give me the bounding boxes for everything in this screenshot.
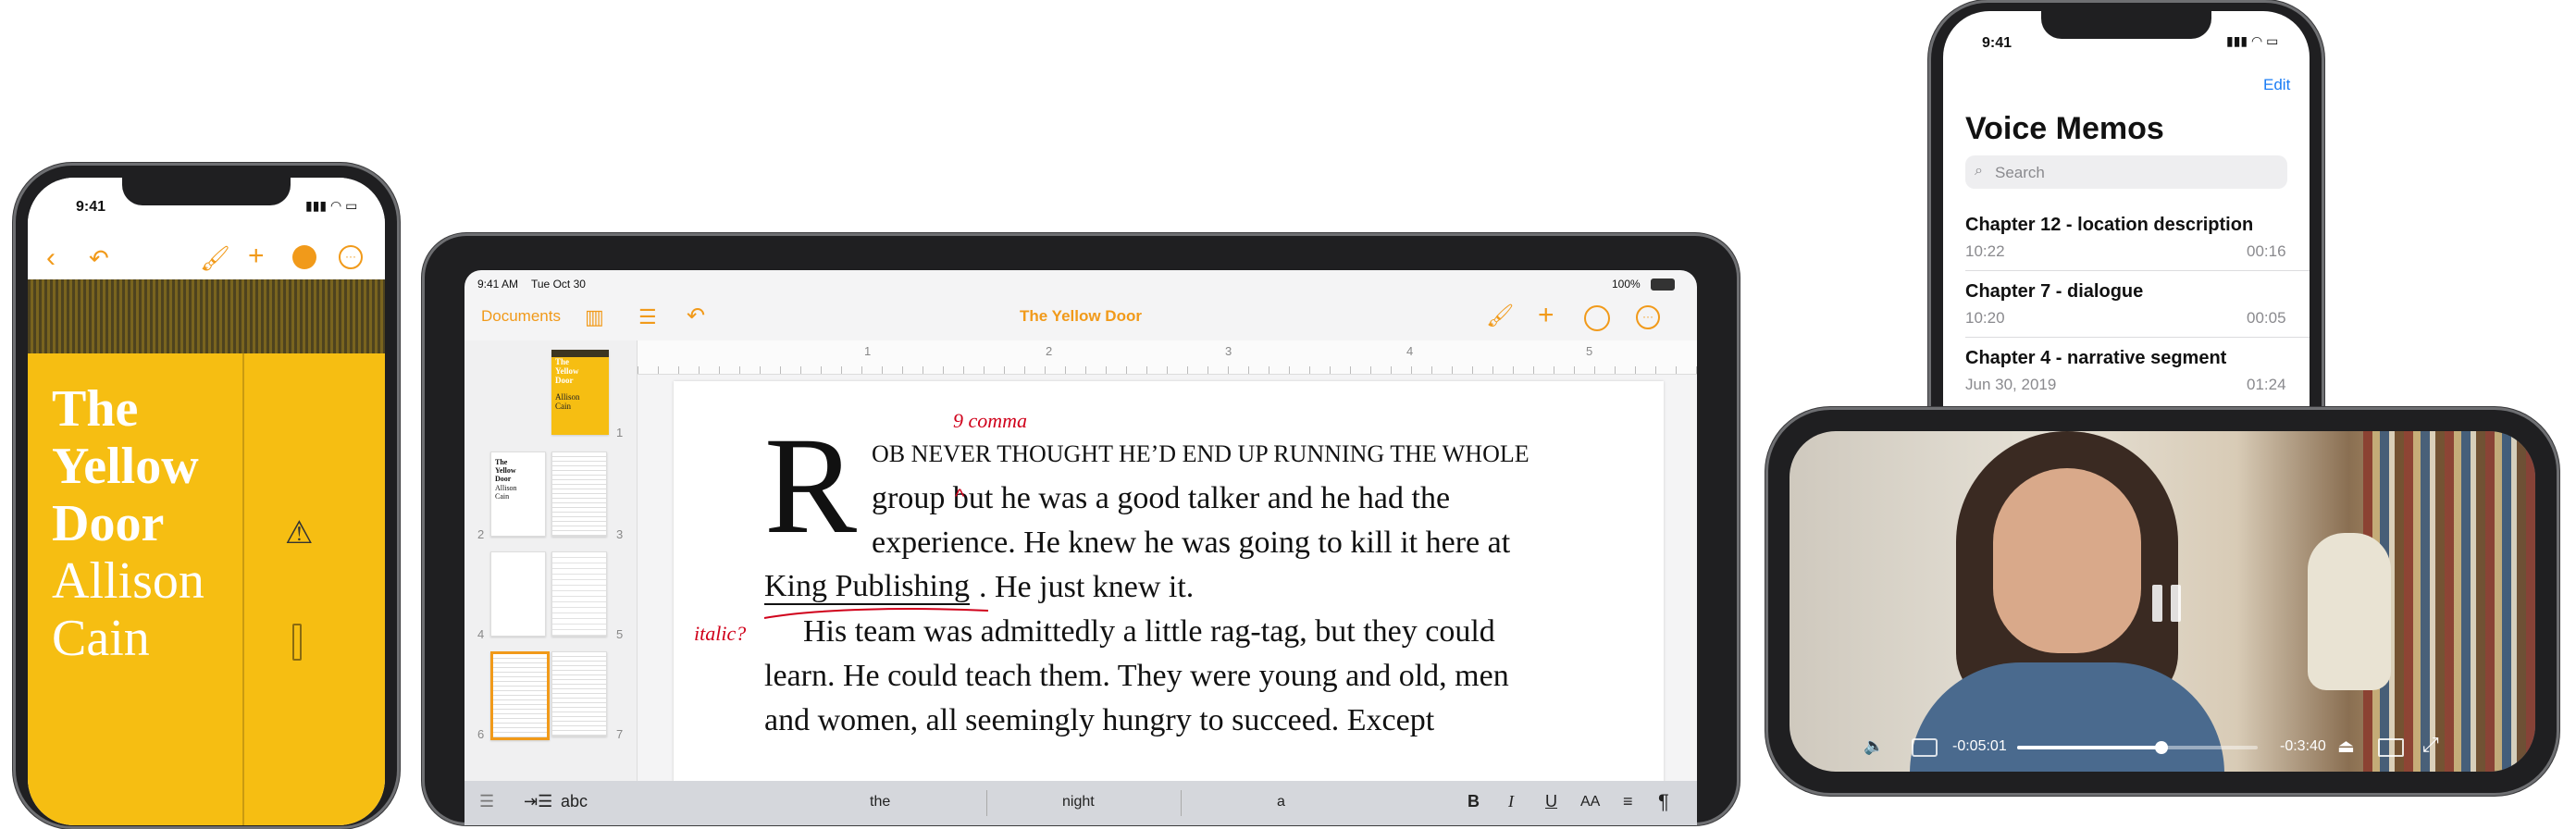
- memo-1-duration: 00:16: [2247, 242, 2286, 260]
- para2-line2: learn. He could teach them. They were yo…: [764, 659, 1509, 693]
- book-cover: The Yellow Door Allison Cain ⚠: [28, 279, 385, 825]
- person-shirt: [1910, 662, 2224, 772]
- memo-3-duration: 01:24: [2247, 376, 2286, 393]
- back-chevron-icon[interactable]: ‹: [46, 244, 56, 272]
- status-icons: ▮▮▮ ◠ ▭: [305, 198, 358, 213]
- cover-title-2: Yellow: [52, 438, 199, 495]
- voice-memos-screen: 9:41 ▮▮▮ ◠ ▭ Edit Voice Memos ⌕ Search C…: [1943, 11, 2310, 435]
- status-icons: ▮▮▮ ◠ ▭: [2226, 33, 2279, 48]
- status-time: 9:41: [1982, 35, 2012, 51]
- remaining-time: -0:3:40: [2280, 738, 2326, 754]
- collaborate-icon[interactable]: [1584, 305, 1610, 331]
- memo-3-title[interactable]: Chapter 4 - narrative segment: [1965, 348, 2226, 369]
- underline-button[interactable]: U: [1545, 792, 1557, 811]
- para1-line4-underlined: King Publishing: [764, 569, 970, 605]
- ipad-screen: 9:41 AM Tue Oct 30 100% Documents ▥ ☰ ↶ …: [464, 270, 1697, 825]
- pause-icon[interactable]: [2152, 585, 2184, 622]
- list-indent-icon[interactable]: ⇥☰: [524, 792, 552, 811]
- scrubber-knob[interactable]: [2155, 741, 2168, 754]
- annotation-stroke: [763, 608, 989, 619]
- pilcrow-button[interactable]: ¶: [1658, 790, 1669, 814]
- caret-mark: ^: [955, 485, 965, 508]
- format-brush-icon[interactable]: 🖌: [1486, 305, 1514, 328]
- format-brush-icon[interactable]: 🖌: [200, 246, 230, 270]
- indent-icon[interactable]: ☰: [479, 792, 494, 811]
- notch: [122, 178, 291, 205]
- person-face: [1993, 468, 2141, 653]
- add-icon[interactable]: +: [248, 242, 265, 270]
- phone-video: 🔈 -0:05:01 -0:3:40 ⏏ ⤢: [1765, 407, 2559, 796]
- cover-dark-band: [28, 279, 385, 353]
- ipad-battery: 100%: [1612, 278, 1641, 291]
- memo-1-title[interactable]: Chapter 12 - location description: [1965, 215, 2253, 236]
- phone-voice-memos: 9:41 ▮▮▮ ◠ ▭ Edit Voice Memos ⌕ Search C…: [1928, 0, 2324, 435]
- ruler[interactable]: [638, 340, 1697, 375]
- thumbnail-page-2[interactable]: The Yellow Door Allison Cain: [490, 452, 546, 537]
- para1-line3: experience. He knew he was going to kill…: [872, 526, 1511, 560]
- bold-button[interactable]: B: [1468, 792, 1480, 811]
- more-icon[interactable]: ···: [339, 245, 363, 269]
- undo-icon[interactable]: ↶: [89, 246, 109, 270]
- memo-1-date: 10:22: [1965, 242, 2005, 260]
- divider: [1965, 337, 2310, 338]
- italic-button[interactable]: I: [1508, 792, 1514, 811]
- edit-button[interactable]: Edit: [2263, 76, 2290, 94]
- phone-left: 9:41 ▮▮▮ ◠ ▭ ‹ ↶ 🖌 + ··· The Yellow Door…: [13, 163, 400, 829]
- para1-line1: OB NEVER THOUGHT HE’D END UP RUNNING THE…: [872, 440, 1530, 467]
- ipad-status-time: 9:41 AM: [477, 278, 519, 291]
- align-icon[interactable]: ≡: [1623, 792, 1633, 811]
- para1-line4-rest: . He just knew it.: [979, 570, 1195, 604]
- drop-cap: R: [764, 409, 858, 563]
- suggestion-3[interactable]: a: [1277, 794, 1285, 810]
- thumbnail-page-6-selected[interactable]: [490, 651, 550, 740]
- memo-2-duration: 00:05: [2247, 309, 2286, 327]
- collaborate-icon[interactable]: [292, 245, 316, 269]
- phone-left-screen: 9:41 ▮▮▮ ◠ ▭ ‹ ↶ 🖌 + ··· The Yellow Door…: [28, 178, 385, 825]
- suggestion-2[interactable]: night: [1062, 794, 1095, 810]
- thumbnail-page-4[interactable]: [490, 551, 546, 637]
- elapsed-time: -0:05:01: [1952, 738, 2007, 754]
- picture-in-picture-icon[interactable]: [2378, 738, 2404, 757]
- memo-2-title[interactable]: Chapter 7 - dialogue: [1965, 281, 2143, 303]
- video-screen: 🔈 -0:05:01 -0:3:40 ⏏ ⤢: [1790, 431, 2535, 772]
- airplay-icon[interactable]: ⏏: [2337, 735, 2355, 758]
- scrubber-track[interactable]: [2017, 741, 2258, 754]
- notch: [2041, 11, 2211, 39]
- door-handle: [292, 624, 302, 661]
- para2-line3: and women, all seemingly hungry to succe…: [764, 703, 1435, 737]
- more-icon[interactable]: ···: [1636, 305, 1660, 329]
- add-icon[interactable]: +: [1538, 302, 1554, 329]
- annotation-italic: italic?: [694, 622, 747, 645]
- fullscreen-icon[interactable]: ⤢: [2422, 733, 2439, 757]
- volume-icon[interactable]: 🔈: [1864, 736, 1884, 756]
- scrubber-progress: [2017, 746, 2161, 749]
- annotation-comma: 9 comma: [953, 409, 1028, 432]
- ipad: 9:41 AM Tue Oct 30 100% Documents ▥ ☰ ↶ …: [422, 233, 1740, 825]
- cover-author-2: Cain: [52, 610, 150, 667]
- text-size-button[interactable]: AA: [1580, 794, 1600, 810]
- thumbnail-page-5[interactable]: [551, 551, 607, 637]
- memo-3-date: Jun 30, 2019: [1965, 376, 2057, 393]
- thumbnail-page-7[interactable]: [551, 651, 607, 736]
- cover-author-1: Allison: [52, 552, 204, 610]
- search-placeholder: Search: [1995, 164, 2045, 181]
- suggestion-1[interactable]: the: [870, 794, 890, 810]
- captions-icon[interactable]: [1912, 738, 1938, 757]
- keyboard-abc[interactable]: abc: [561, 792, 588, 811]
- thumbnail-page-3[interactable]: [551, 452, 607, 537]
- cover-title-1: The: [52, 380, 139, 438]
- page-title: Voice Memos: [1965, 111, 2164, 146]
- memo-2-date: 10:20: [1965, 309, 2005, 327]
- thumbnail-cover[interactable]: The Yellow Door Allison Cain: [551, 350, 609, 435]
- battery-icon: [1651, 278, 1675, 291]
- divider: [1965, 270, 2310, 271]
- cover-title-3: Door: [52, 495, 165, 552]
- ipad-status-date: Tue Oct 30: [531, 278, 586, 291]
- warning-sign-icon: ⚠: [285, 515, 314, 551]
- search-icon: ⌕: [1975, 163, 1983, 179]
- vase: [2308, 533, 2391, 690]
- status-time: 9:41: [76, 199, 106, 215]
